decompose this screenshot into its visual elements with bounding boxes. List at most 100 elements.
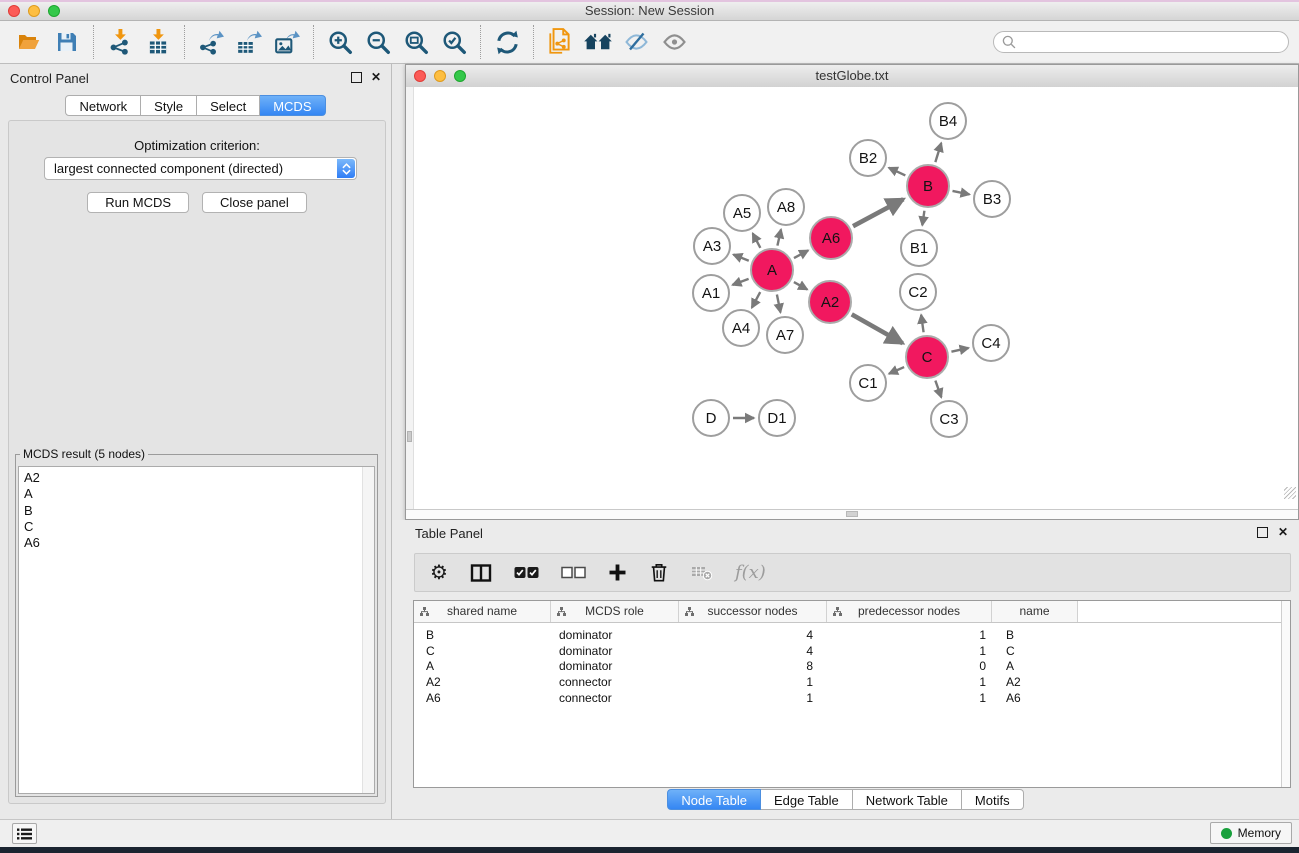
cell-predecessor-nodes[interactable]: 1 <box>827 644 992 658</box>
cell-shared-name[interactable]: B <box>414 628 551 642</box>
graph-node-a4[interactable]: A4 <box>722 309 760 347</box>
clone-network-icon[interactable] <box>541 24 579 60</box>
run-mcds-button[interactable]: Run MCDS <box>87 192 189 213</box>
network-zoom-icon[interactable] <box>454 70 466 82</box>
graph-node-c[interactable]: C <box>905 335 949 379</box>
horizontal-scroll-thumb[interactable] <box>846 511 858 517</box>
cell-name[interactable]: A <box>992 659 1078 673</box>
graph-node-b3[interactable]: B3 <box>973 180 1011 218</box>
result-item[interactable]: B <box>24 503 360 519</box>
graph-node-c4[interactable]: C4 <box>972 324 1010 362</box>
float-panel-icon[interactable] <box>351 72 362 83</box>
cell-name[interactable]: A2 <box>992 675 1078 689</box>
cell-mcds-role[interactable]: connector <box>551 675 679 689</box>
export-table-icon[interactable] <box>230 24 268 60</box>
column-header-predecessor-nodes[interactable]: predecessor nodes <box>827 601 992 622</box>
cell-successor-nodes[interactable]: 1 <box>679 691 827 705</box>
export-image-icon[interactable] <box>268 24 306 60</box>
cell-name[interactable]: A6 <box>992 691 1078 705</box>
graph-node-a1[interactable]: A1 <box>692 274 730 312</box>
tab-style[interactable]: Style <box>141 95 197 116</box>
tab-node-table[interactable]: Node Table <box>667 789 761 810</box>
tab-motifs[interactable]: Motifs <box>962 789 1024 810</box>
cell-mcds-role[interactable]: dominator <box>551 644 679 658</box>
cell-successor-nodes[interactable]: 4 <box>679 628 827 642</box>
cell-predecessor-nodes[interactable]: 1 <box>827 675 992 689</box>
result-item[interactable]: C <box>24 519 360 535</box>
column-header-successor-nodes[interactable]: successor nodes <box>679 601 827 622</box>
cell-shared-name[interactable]: A2 <box>414 675 551 689</box>
memory-button[interactable]: Memory <box>1210 822 1292 844</box>
cell-mcds-role[interactable]: connector <box>551 691 679 705</box>
column-browser-icon[interactable] <box>470 563 492 583</box>
tab-network-table[interactable]: Network Table <box>853 789 962 810</box>
result-item[interactable]: A2 <box>24 470 360 486</box>
table-row[interactable]: A2connector11A2 <box>414 674 1290 690</box>
network-close-icon[interactable] <box>414 70 426 82</box>
delete-table-icon[interactable] <box>691 564 713 581</box>
search-input[interactable] <box>993 31 1289 53</box>
cell-predecessor-nodes[interactable]: 0 <box>827 659 992 673</box>
result-item[interactable]: A <box>24 486 360 502</box>
export-network-icon[interactable] <box>192 24 230 60</box>
result-item[interactable]: A6 <box>24 535 360 551</box>
import-network-icon[interactable] <box>101 24 139 60</box>
window-resize-grip[interactable] <box>1284 487 1296 499</box>
vertical-scroll-thumb[interactable] <box>407 431 412 442</box>
network-horizontal-scrollbar[interactable] <box>406 509 1298 519</box>
graph-node-a5[interactable]: A5 <box>723 194 761 232</box>
zoom-in-icon[interactable] <box>321 24 359 60</box>
open-session-icon[interactable] <box>10 24 48 60</box>
table-row[interactable]: Cdominator41C <box>414 643 1290 659</box>
delete-column-icon[interactable] <box>649 562 669 583</box>
tab-edge-table[interactable]: Edge Table <box>761 789 853 810</box>
cell-mcds-role[interactable]: dominator <box>551 628 679 642</box>
apply-layout-icon[interactable] <box>488 24 526 60</box>
cell-mcds-role[interactable]: dominator <box>551 659 679 673</box>
graph-node-a3[interactable]: A3 <box>693 227 731 265</box>
tab-network[interactable]: Network <box>65 95 141 116</box>
deselect-all-columns-icon[interactable] <box>561 564 586 581</box>
cell-shared-name[interactable]: A <box>414 659 551 673</box>
close-window-icon[interactable] <box>8 5 20 17</box>
cell-successor-nodes[interactable]: 1 <box>679 675 827 689</box>
cell-shared-name[interactable]: A6 <box>414 691 551 705</box>
cell-predecessor-nodes[interactable]: 1 <box>827 691 992 705</box>
network-minimize-icon[interactable] <box>434 70 446 82</box>
network-canvas[interactable]: B4B2BB3A5A8A6A3B1AA1C2A2A4A7C4CC1C3DD1 <box>406 87 1298 510</box>
table-row[interactable]: A6connector11A6 <box>414 690 1290 706</box>
tab-mcds[interactable]: MCDS <box>260 95 325 116</box>
optimization-criterion-select[interactable]: largest connected component (directed) <box>44 157 357 180</box>
table-options-gear-icon[interactable]: ⚙ <box>430 563 448 583</box>
graph-node-a2[interactable]: A2 <box>808 280 852 324</box>
zoom-window-icon[interactable] <box>48 5 60 17</box>
graph-node-c1[interactable]: C1 <box>849 364 887 402</box>
task-history-button[interactable] <box>12 823 37 844</box>
close-panel-icon[interactable]: ✕ <box>371 72 381 83</box>
result-scrollbar[interactable] <box>362 467 374 793</box>
close-table-panel-icon[interactable]: ✕ <box>1278 527 1288 538</box>
float-table-panel-icon[interactable] <box>1257 527 1268 538</box>
table-row[interactable]: Adominator80A <box>414 659 1290 675</box>
cell-name[interactable]: B <box>992 628 1078 642</box>
graph-node-a[interactable]: A <box>750 248 794 292</box>
graph-node-b[interactable]: B <box>906 164 950 208</box>
home-icon[interactable] <box>579 24 617 60</box>
column-header-shared-name[interactable]: shared name <box>414 601 551 622</box>
graph-node-b4[interactable]: B4 <box>929 102 967 140</box>
zoom-out-icon[interactable] <box>359 24 397 60</box>
import-table-icon[interactable] <box>139 24 177 60</box>
graph-node-a7[interactable]: A7 <box>766 316 804 354</box>
hide-details-icon[interactable] <box>617 24 655 60</box>
cell-name[interactable]: C <box>992 644 1078 658</box>
table-row[interactable]: Bdominator41B <box>414 627 1290 643</box>
graph-node-c2[interactable]: C2 <box>899 273 937 311</box>
function-builder-icon[interactable]: f(x) <box>735 562 766 583</box>
graph-node-d1[interactable]: D1 <box>758 399 796 437</box>
graph-node-a8[interactable]: A8 <box>767 188 805 226</box>
add-column-icon[interactable] <box>608 563 627 582</box>
cell-successor-nodes[interactable]: 4 <box>679 644 827 658</box>
graph-node-b2[interactable]: B2 <box>849 139 887 177</box>
close-panel-button[interactable]: Close panel <box>202 192 307 213</box>
graph-node-c3[interactable]: C3 <box>930 400 968 438</box>
